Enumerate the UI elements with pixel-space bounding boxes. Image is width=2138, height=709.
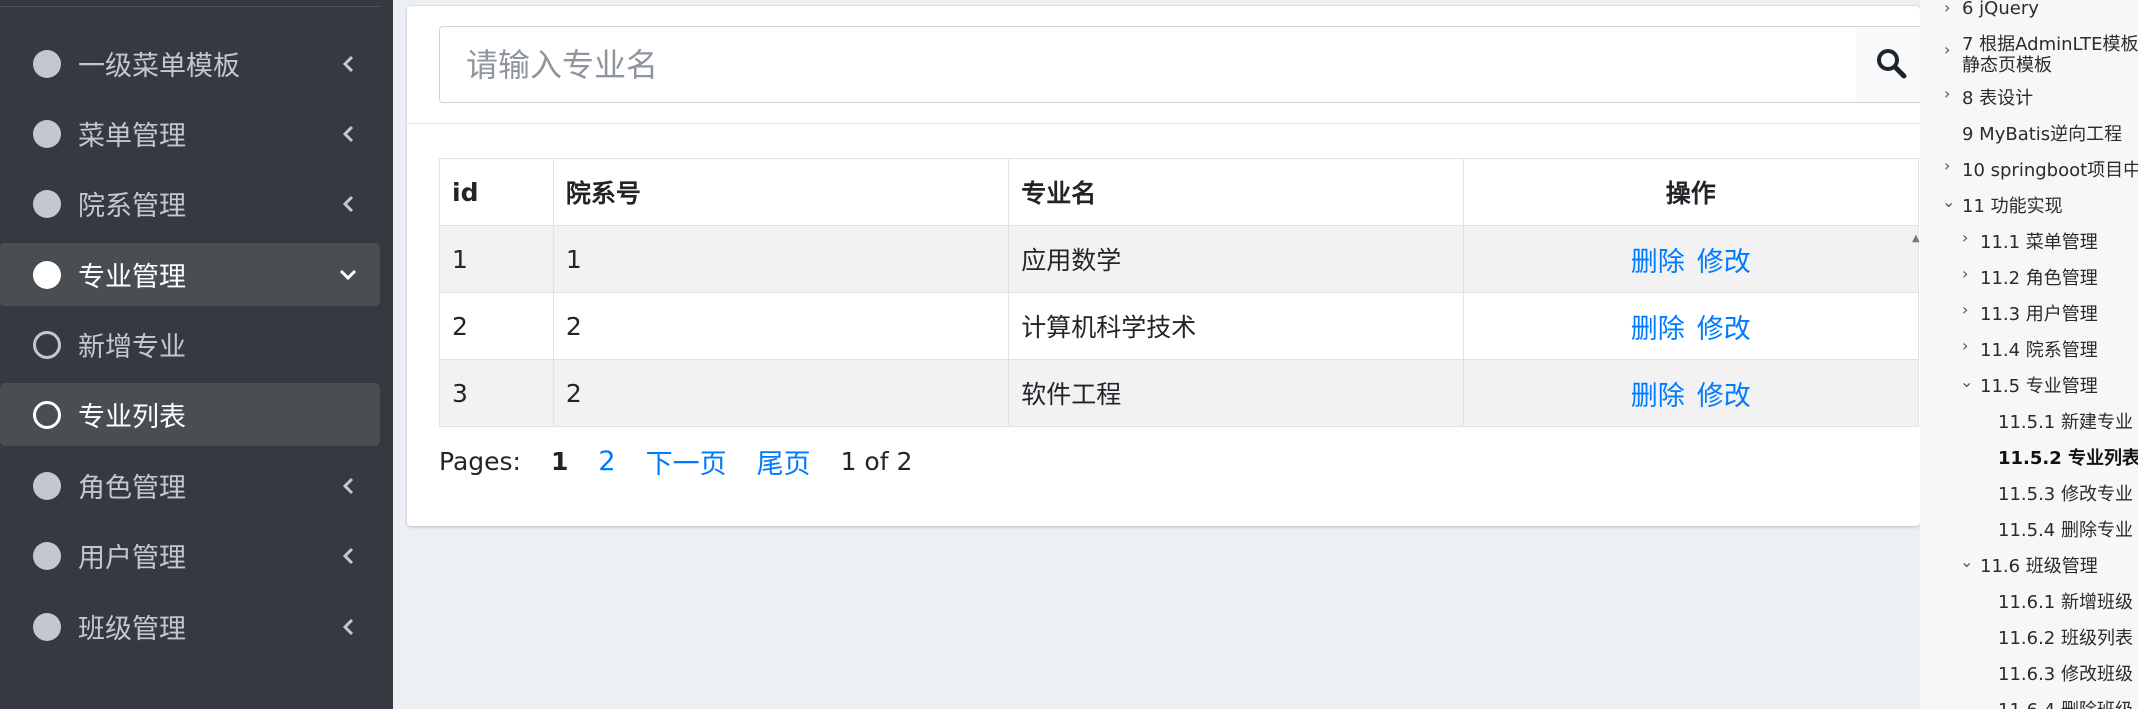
- chevron-right-icon: ›: [1962, 300, 1969, 319]
- current-page: 1: [550, 446, 569, 476]
- table-row: 2 2 计算机科学技术 删除 修改: [439, 292, 1920, 360]
- edit-link[interactable]: 修改: [1697, 314, 1751, 345]
- pagination-label: Pages:: [439, 446, 521, 476]
- chevron-left-icon: [338, 476, 358, 496]
- sidebar-item-class-management[interactable]: 班级管理: [0, 595, 380, 658]
- search-input[interactable]: [439, 26, 1857, 103]
- major-list-card: id 院系号 专业名 操作 1 1 应用数学 删除修改 2 2 计算机科学技术 …: [407, 6, 1926, 526]
- sidebar-item-label: 用户管理: [78, 543, 186, 574]
- cell-id: 3: [439, 359, 554, 427]
- chevron-down-icon: ⌄: [1960, 372, 1974, 391]
- chevron-left-icon: [338, 617, 358, 637]
- chevron-down-icon: ⌄: [1960, 552, 1974, 571]
- chevron-right-icon: ›: [1944, 156, 1951, 175]
- chevron-left-icon: [338, 546, 358, 566]
- column-header-actions: 操作: [1462, 158, 1920, 226]
- delete-link[interactable]: 删除: [1631, 381, 1685, 412]
- delete-link[interactable]: 删除: [1631, 314, 1685, 345]
- chevron-down-icon: [338, 265, 358, 285]
- cell-actions: 删除 修改: [1462, 225, 1920, 293]
- sidebar-item-menu-management[interactable]: 菜单管理: [0, 102, 380, 165]
- cell-id: 2: [439, 292, 554, 360]
- sidebar-item-label: 专业管理: [78, 262, 186, 293]
- column-header-department: 院系号: [552, 158, 1010, 226]
- card-divider: [407, 123, 1920, 124]
- chevron-right-icon: ›: [1944, 40, 1951, 59]
- cell-major-name: 计算机科学技术: [1008, 292, 1464, 360]
- cell-actions: 删除 修改: [1462, 359, 1920, 427]
- chevron-right-icon: ›: [1962, 264, 1969, 283]
- chevron-right-icon: ›: [1962, 228, 1969, 247]
- table-header-row: id 院系号 专业名 操作: [439, 158, 1920, 226]
- sidebar-item-department-management[interactable]: 院系管理: [0, 172, 380, 235]
- search-button[interactable]: [1856, 26, 1926, 103]
- sidebar-item-user-management[interactable]: 用户管理: [0, 524, 380, 587]
- cell-department: 2: [552, 292, 1010, 360]
- chevron-left-icon: [338, 54, 358, 74]
- sidebar-item-add-major[interactable]: 新增专业: [0, 313, 380, 376]
- sidebar-divider: [0, 6, 380, 7]
- column-header-major-name: 专业名: [1008, 158, 1464, 226]
- sidebar-item-role-management[interactable]: 角色管理: [0, 454, 380, 517]
- circle-icon: [33, 189, 61, 218]
- page-status: 1 of 2: [840, 446, 913, 476]
- sidebar-item-label: 一级菜单模板: [78, 51, 240, 82]
- edit-link[interactable]: 修改: [1697, 381, 1751, 412]
- chevron-left-icon: [338, 124, 358, 144]
- delete-link[interactable]: 删除: [1631, 247, 1685, 278]
- pagination: Pages: 1 2 下一页 尾页 1 of 2: [439, 441, 942, 481]
- table-row: 1 1 应用数学 删除 修改: [439, 225, 1920, 293]
- page-2-link[interactable]: 2: [598, 446, 615, 477]
- circle-icon: [33, 119, 61, 148]
- cell-major-name: 应用数学: [1008, 225, 1464, 293]
- circle-icon: [33, 541, 61, 570]
- chevron-left-icon: [338, 194, 358, 214]
- sidebar-item-major-list[interactable]: 专业列表: [0, 383, 380, 446]
- chevron-down-icon: ⌄: [1942, 192, 1956, 211]
- circle-icon: [33, 260, 61, 289]
- sidebar-item-label: 院系管理: [78, 191, 186, 222]
- sidebar: 一级菜单模板 菜单管理 院系管理 专业管理 新增专业 专业列表 角色管理 用户管…: [0, 0, 393, 709]
- table-row: 3 2 软件工程 删除 修改: [439, 359, 1920, 427]
- chevron-right-icon: ›: [1962, 336, 1969, 355]
- sidebar-item-label: 新增专业: [78, 332, 186, 363]
- sidebar-item-label: 专业列表: [78, 402, 186, 433]
- column-header-id: id: [439, 158, 554, 226]
- sidebar-item-major-management[interactable]: 专业管理: [0, 243, 380, 306]
- sidebar-item-label: 角色管理: [78, 473, 186, 504]
- major-table: id 院系号 专业名 操作 1 1 应用数学 删除 修改 2 2 计算机科学技术 …: [439, 158, 1920, 427]
- scroll-up-arrow-icon[interactable]: ▲: [1912, 233, 1920, 244]
- chevron-right-icon: ›: [1944, 0, 1951, 17]
- sidebar-item-label: 班级管理: [78, 614, 186, 645]
- last-page-link[interactable]: 尾页: [757, 442, 811, 481]
- cell-department: 2: [552, 359, 1010, 427]
- search-bar: [439, 26, 1926, 103]
- cell-actions: 删除 修改: [1462, 292, 1920, 360]
- circle-icon: [33, 471, 61, 500]
- circle-icon: [33, 49, 61, 78]
- chevron-right-icon: ›: [1944, 84, 1951, 103]
- search-icon: [1875, 47, 1907, 83]
- circle-outline-icon: [33, 330, 61, 359]
- cell-id: 1: [439, 225, 554, 293]
- circle-icon: [33, 612, 61, 641]
- edit-link[interactable]: 修改: [1697, 247, 1751, 278]
- sidebar-item-label: 菜单管理: [78, 121, 186, 152]
- toc-panel: › 6 jQuery › 7 根据AdminLTE模板构 静态页模板 › 8 表设计 …: [1920, 0, 2138, 709]
- cell-major-name: 软件工程: [1008, 359, 1464, 427]
- cell-department: 1: [552, 225, 1010, 293]
- sidebar-item-menu-template[interactable]: 一级菜单模板: [0, 32, 380, 95]
- next-page-link[interactable]: 下一页: [646, 442, 727, 481]
- circle-outline-icon: [33, 400, 61, 429]
